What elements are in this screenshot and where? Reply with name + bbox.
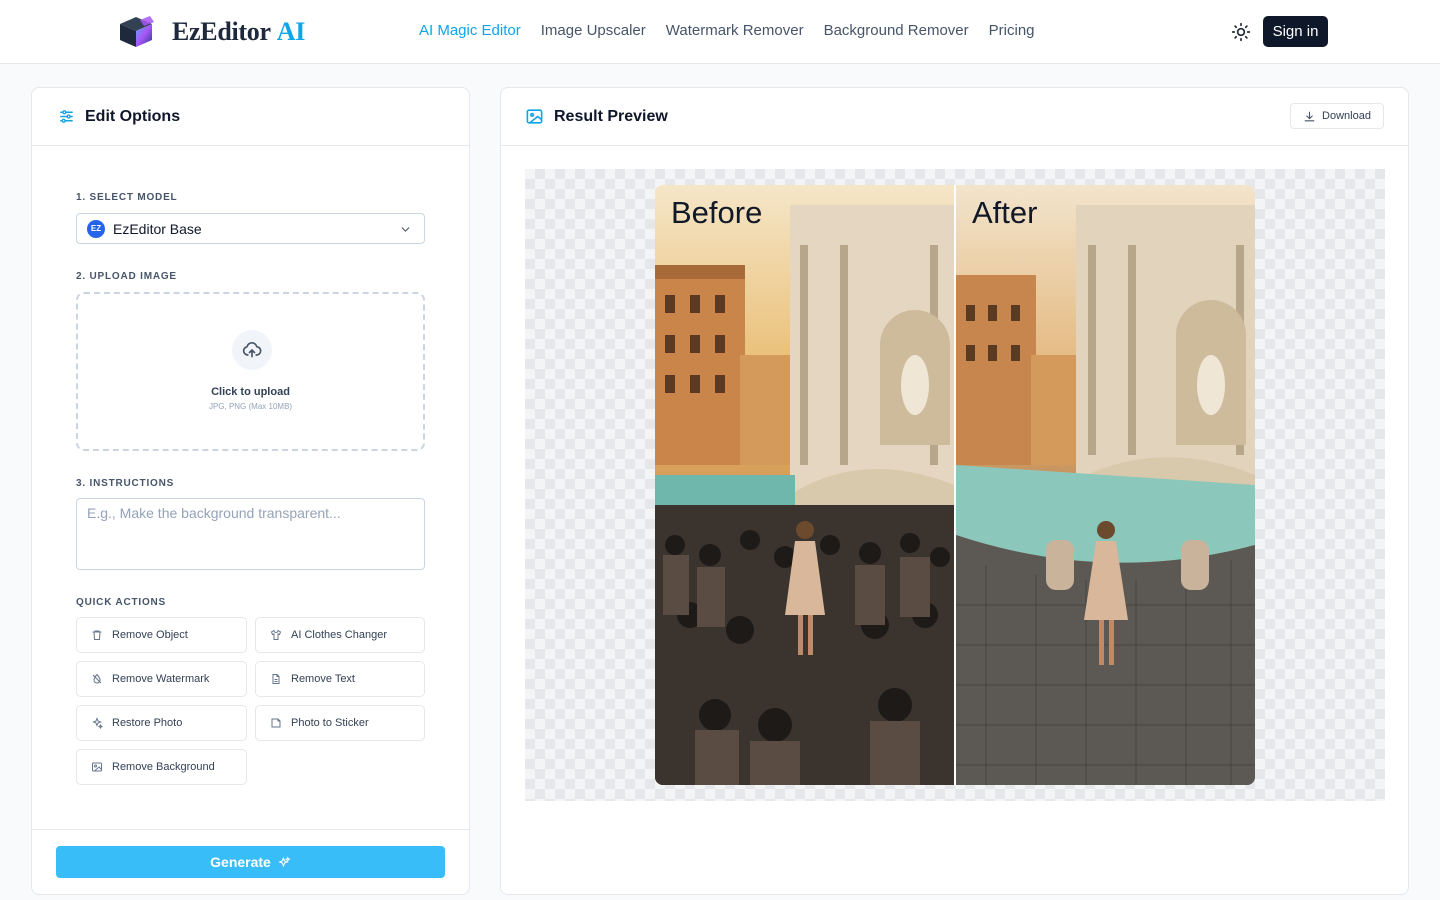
nav-image-upscaler[interactable]: Image Upscaler [541,22,646,39]
download-label: Download [1322,110,1371,122]
after-image: After [956,185,1255,785]
remove-background-button[interactable]: Remove Background [76,749,247,785]
main-nav: AI Magic Editor Image Upscaler Watermark… [419,22,1035,39]
cloud-upload-icon [242,341,262,358]
trash-icon [91,629,103,641]
quick-action-label: Remove Text [291,673,355,685]
preview-canvas: Before After [525,169,1385,801]
edit-options-header: Edit Options [32,88,469,146]
drop-icon [91,673,103,685]
instructions-label: 3. INSTRUCTIONS [76,478,175,489]
remove-text-button[interactable]: Remove Text [255,661,425,697]
brand-logo[interactable]: EzEditor AI [114,14,305,50]
restore-photo-button[interactable]: Restore Photo [76,705,247,741]
image-icon [91,761,103,773]
nav-ai-magic-editor[interactable]: AI Magic Editor [419,22,521,39]
sign-in-button[interactable]: Sign in [1263,16,1328,47]
upload-hint: JPG, PNG (Max 10MB) [208,402,293,411]
after-label: After [972,195,1038,230]
upload-title: Click to upload [211,386,290,398]
nav-background-remover[interactable]: Background Remover [824,22,969,39]
result-preview-header: Result Preview Download [501,88,1408,146]
shirt-icon [270,629,282,641]
quick-action-label: Remove Object [112,629,188,641]
nav-watermark-remover[interactable]: Watermark Remover [666,22,804,39]
remove-object-button[interactable]: Remove Object [76,617,247,653]
panel-footer-divider [32,829,469,830]
nav-pricing[interactable]: Pricing [989,22,1035,39]
model-select[interactable]: EZ EzEditor Base [76,213,425,244]
model-badge-icon: EZ [87,219,105,238]
upload-icon-circle [232,330,272,370]
sparkle-icon [278,855,291,869]
image-icon [525,107,544,126]
brand-name: EzEditor AI [172,17,306,46]
quick-actions-label: QUICK ACTIONS [76,597,167,608]
quick-action-label: Restore Photo [112,717,183,729]
quick-action-label: Remove Background [112,761,215,773]
sparkle-icon [91,717,103,729]
instructions-input[interactable] [76,498,425,570]
upload-dropzone[interactable]: Click to upload JPG, PNG (Max 10MB) [76,292,425,451]
select-model-label: 1. SELECT MODEL [76,192,178,203]
before-after-comparison: Before After [655,185,1255,785]
download-button[interactable]: Download [1290,103,1384,129]
quick-action-label: Remove Watermark [112,673,210,685]
before-image: Before [655,185,954,785]
model-select-value: EzEditor Base [113,220,202,237]
before-label: Before [671,195,763,230]
sliders-icon [58,108,75,125]
remove-watermark-button[interactable]: Remove Watermark [76,661,247,697]
edit-options-title: Edit Options [85,107,181,125]
top-header: EzEditor AI AI Magic Editor Image Upscale… [0,0,1440,64]
result-preview-panel: Result Preview Download Before After [500,87,1409,895]
sticker-icon [270,717,282,729]
quick-action-label: Photo to Sticker [291,717,369,729]
chevron-down-icon [401,227,410,232]
photo-to-sticker-button[interactable]: Photo to Sticker [255,705,425,741]
generate-button[interactable]: Generate [56,846,445,878]
quick-action-label: AI Clothes Changer [291,629,387,641]
edit-options-panel: Edit Options 1. SELECT MODEL EZ EzEditor… [31,87,470,895]
upload-image-label: 2. UPLOAD IMAGE [76,271,177,282]
theme-toggle-button[interactable] [1229,20,1253,44]
sun-icon [1231,22,1251,42]
generate-label: Generate [210,854,271,870]
download-icon [1303,110,1316,123]
document-icon [270,673,282,685]
logo-cube-icon [120,16,154,47]
ai-clothes-changer-button[interactable]: AI Clothes Changer [255,617,425,653]
result-preview-title: Result Preview [554,107,668,125]
